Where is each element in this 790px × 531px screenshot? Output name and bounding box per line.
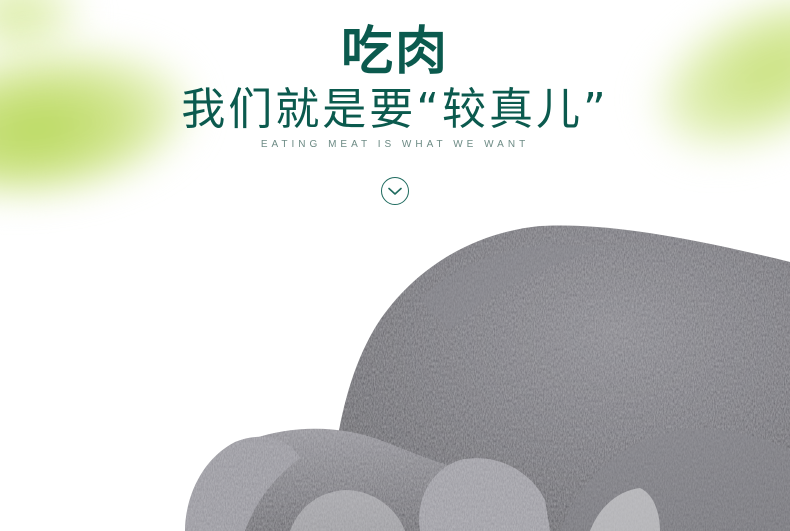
chevron-down-icon	[388, 187, 402, 195]
page: 吃肉 我们就是要“较真儿” EATING MEAT IS WHAT WE WAN…	[0, 0, 790, 531]
page-slogan: 我们就是要“较真儿”	[181, 84, 609, 135]
english-subtitle: EATING MEAT IS WHAT WE WANT	[260, 139, 530, 150]
scroll-down-button[interactable]	[381, 177, 409, 205]
page-title: 吃肉	[340, 22, 449, 82]
